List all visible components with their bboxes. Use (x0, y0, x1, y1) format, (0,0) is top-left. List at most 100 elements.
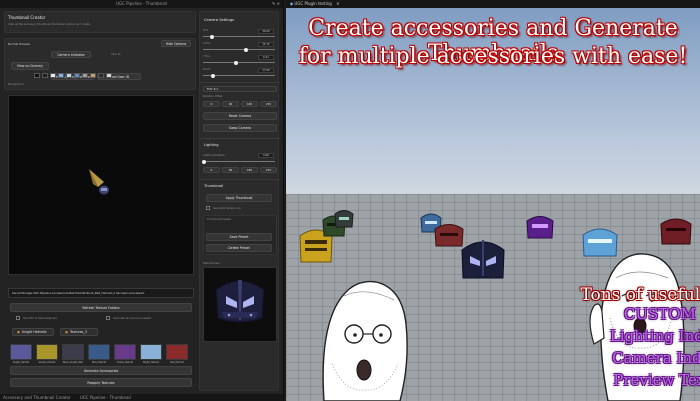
lighting-slider-knob[interactable] (202, 159, 206, 164)
folder-dropdown-knight-helmets[interactable]: ▣ Knight Helmets (12, 328, 54, 336)
preview-controls: Normal Preview Hide Options Camera Indic… (4, 38, 196, 90)
thumbnail-label: Purple_Helmet (117, 361, 133, 364)
generate-accessories-button[interactable]: Generate Accessories (10, 366, 192, 375)
folder-icon: ▣ (17, 330, 21, 334)
dark-helmet-model[interactable] (334, 207, 354, 229)
rotation-0-button[interactable]: 0 (203, 101, 220, 107)
preview-viewport[interactable] (8, 95, 194, 275)
folder-icon: ▣ (65, 330, 69, 334)
background-swatch[interactable] (106, 73, 112, 78)
lighting-slider[interactable] (203, 161, 275, 162)
background-swatch[interactable] (42, 73, 48, 78)
folder-dropdown-textures[interactable]: ▣ Textures_3 (60, 328, 98, 336)
lighting-90-button[interactable]: 90 (222, 167, 239, 173)
statusbar-item[interactable]: Accessory and Thumbnail Creator (3, 395, 71, 400)
swap-camera-button[interactable]: Swap Camera (203, 124, 277, 132)
slider-value[interactable]: 27.00 (258, 68, 274, 73)
studio-viewport-window: ◆ UGC Plugin testing ✕ Create accessorie… (286, 0, 700, 401)
slider-label: Y Pos (203, 55, 210, 58)
background-swatch[interactable] (34, 73, 40, 78)
creator-header: Thumbnail Creator View all the accessory… (4, 11, 196, 33)
background-swatch[interactable] (98, 73, 104, 78)
use-fov-checkbox[interactable] (16, 316, 20, 320)
background-swatch[interactable] (82, 73, 88, 78)
texture-thumbnail[interactable]: Red_Helmet (166, 344, 188, 364)
viewport-render (89, 169, 109, 195)
background-swatch[interactable] (66, 73, 72, 78)
slider-value[interactable]: 6.21 (258, 55, 274, 60)
zoom-slider-knob[interactable] (211, 73, 215, 78)
png-preview-title: PNG Preview (203, 262, 220, 265)
generate-spawn-checkbox[interactable] (206, 206, 210, 210)
feature-text: CUSTOM FOV! (623, 305, 700, 323)
view-on-dummy-button[interactable]: View on Dummy (11, 62, 49, 70)
background-swatch[interactable] (50, 73, 56, 78)
folder-label: Knight Helmets (22, 330, 47, 334)
thumbnail-label: Red_Helmet (170, 361, 184, 364)
black-knight-helmet-model[interactable] (460, 236, 506, 280)
rotation-offset-label: Rotation Offset (203, 95, 223, 98)
fov-input[interactable]: FOV: 6.1 (203, 86, 277, 92)
x-pos-slider[interactable] (203, 49, 275, 50)
divider (200, 138, 280, 139)
pin-icon[interactable]: ✎ (272, 1, 275, 6)
slider-value[interactable]: 30.00 (258, 29, 274, 34)
close-icon[interactable]: ✕ (277, 1, 280, 6)
feature-callout: Camera Indicator! (612, 349, 700, 367)
y-pos-slider-knob[interactable] (234, 60, 238, 65)
png-preview-box (203, 267, 277, 342)
reset-camera-button[interactable]: Reset Camera (203, 112, 277, 120)
wojak-left-figure (322, 280, 408, 401)
slider-label: FOV (203, 29, 209, 32)
background-swatch[interactable] (58, 73, 64, 78)
crimson-helmet-model[interactable] (660, 214, 692, 246)
status-message: ServerStorage.UGC Pipeline.Accessories.B… (8, 288, 194, 298)
divider (200, 179, 280, 180)
fov-slider-knob[interactable] (210, 34, 214, 39)
thumbnail-label: Blue_Helmet (92, 361, 106, 364)
texture-thumbnail[interactable]: Knight_Helmet (10, 344, 32, 364)
plugin-titlebar: UGC Pipeline - Thumbnail ✎ ✕ (0, 0, 283, 8)
lighting-180-button[interactable]: 180 (241, 167, 258, 173)
rotation-90-button[interactable]: 90 (222, 101, 239, 107)
close-icon[interactable]: ✕ (336, 1, 339, 6)
tab-ugc-plugin-testing[interactable]: ◆ UGC Plugin testing ✕ (286, 0, 343, 8)
lighting-value[interactable]: 0.00 (258, 153, 274, 158)
feature-text: Tons of useful features! (580, 285, 700, 305)
texture-thumbnail[interactable]: Purple_Helmet (114, 344, 136, 364)
rotation-180-button[interactable]: 180 (241, 101, 258, 107)
texture-thumbnail[interactable]: Blue_Helmet (88, 344, 110, 364)
lighting-0-button[interactable]: 0 (203, 167, 220, 173)
delete-preset-button[interactable]: Delete Preset (206, 244, 272, 252)
window-controls[interactable]: ✎ ✕ (272, 0, 280, 8)
background-swatch[interactable] (74, 73, 80, 78)
apply-thumbnail-button[interactable]: Apply Thumbnail (206, 194, 272, 202)
purple-helmet-model[interactable] (526, 212, 554, 240)
reapply-textures-button[interactable]: Reapply Textures (10, 378, 192, 387)
studio-file-icon: ◆ (290, 1, 294, 6)
camera-indicator-button[interactable]: Camera Indicator (51, 51, 91, 58)
slider-label: Zoom (203, 68, 211, 71)
y-pos-slider[interactable] (203, 62, 275, 63)
texture-thumbnail[interactable]: Black_Knight_Helmet (62, 344, 84, 364)
user-id-label: User ID (111, 53, 121, 56)
slider-label: X Pos (203, 42, 211, 45)
texture-thumbnail[interactable]: Bright_Helmet (140, 344, 162, 364)
x-pos-slider-knob[interactable] (244, 47, 248, 52)
creator-description: View all the accessory thumbnail thumbna… (8, 23, 90, 26)
thumbnail-label: Bright_Helmet (143, 361, 159, 364)
plugin-statusbar: Accessory and Thumbnail Creator UGC Pipe… (0, 394, 283, 401)
feature-callout: Lighting Indicator! (610, 327, 700, 345)
slider-value[interactable]: 15.72 (258, 42, 274, 47)
generate-all-checkbox[interactable] (106, 316, 110, 320)
lighting-rotation-label: Lighting Rotation (203, 154, 226, 157)
lighting-270-button[interactable]: 270 (260, 167, 277, 173)
texture-thumbnail[interactable]: Golden_Helmet (36, 344, 58, 364)
save-preset-button[interactable]: Save Preset (206, 233, 272, 241)
rotation-270-button[interactable]: 270 (260, 101, 277, 107)
tab-label: UGC Plugin testing (294, 1, 332, 6)
statusbar-item[interactable]: UGC Pipeline - Thumbnail (80, 395, 131, 400)
hide-options-button[interactable]: Hide Options (161, 40, 191, 47)
background-swatch[interactable] (90, 73, 96, 78)
refresh-texture-folders-button[interactable]: Refresh Texture Folders (10, 303, 192, 312)
